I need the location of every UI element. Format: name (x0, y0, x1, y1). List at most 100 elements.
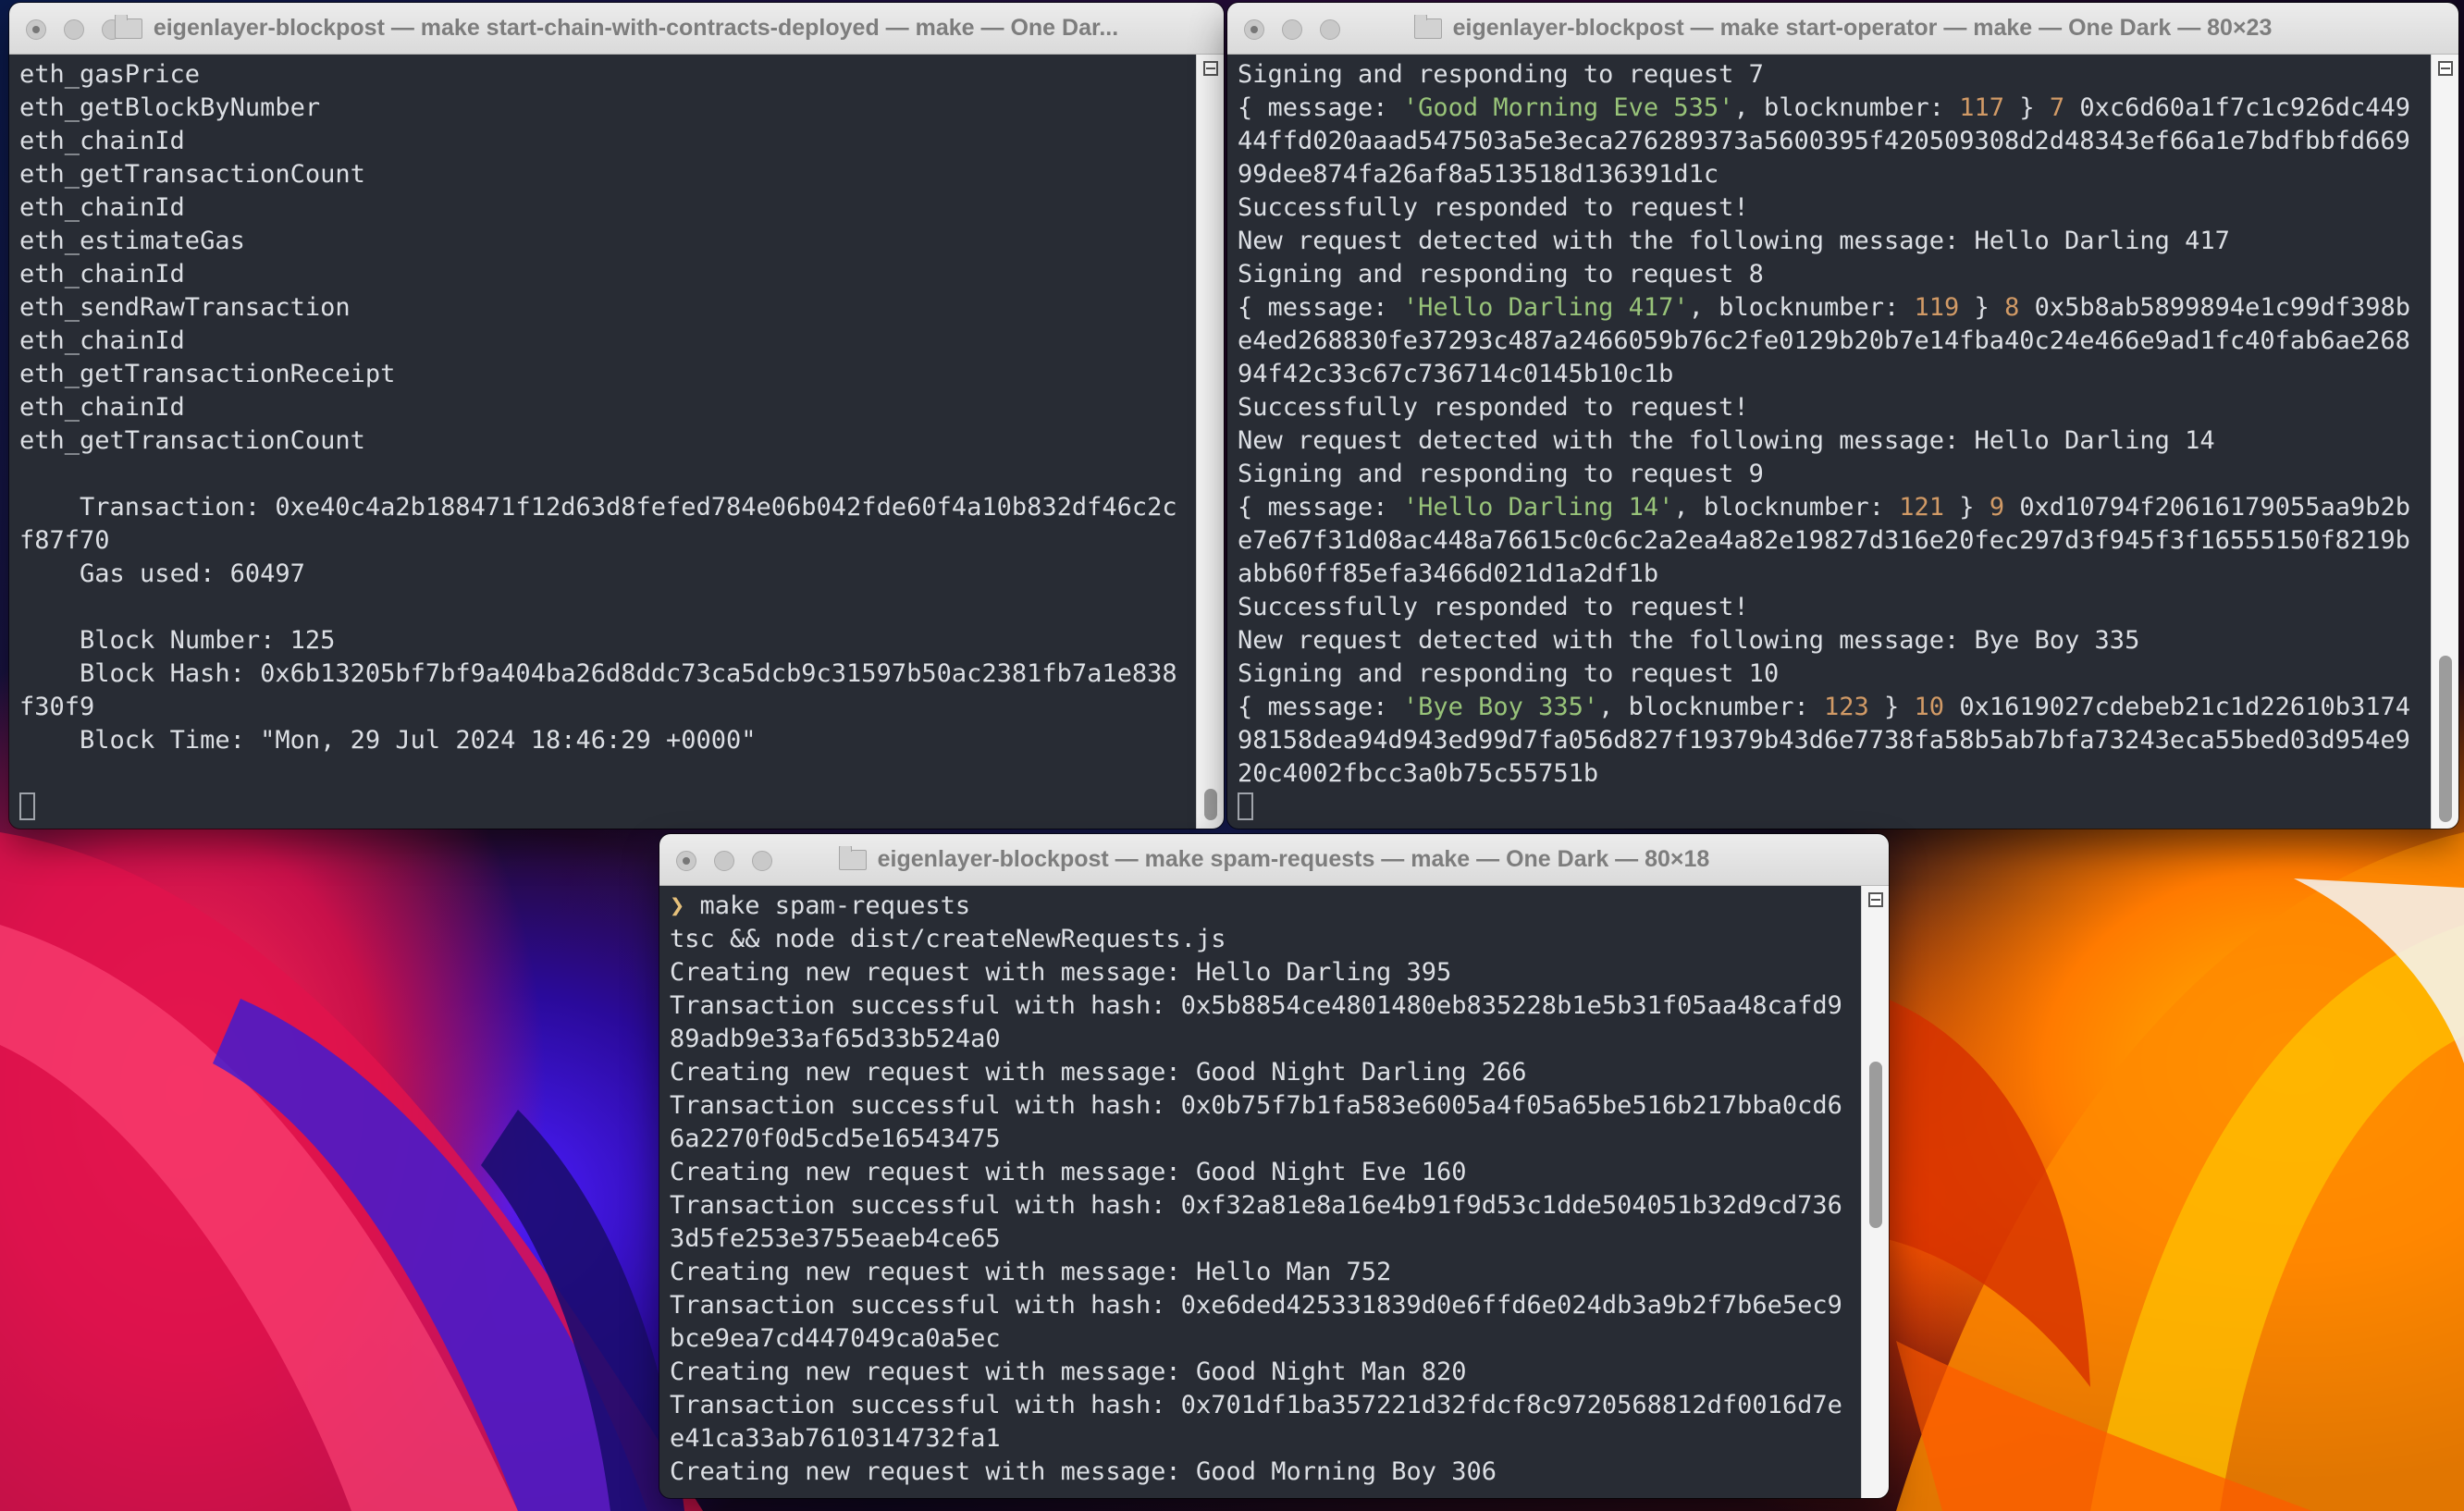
terminal-text: { message: (1238, 693, 1403, 721)
scrollbar[interactable] (2431, 55, 2458, 829)
terminal-line: eth_gasPrice (19, 58, 1187, 92)
terminal-text: , blocknumber: (1598, 693, 1824, 721)
terminal-line: Transaction successful with hash: 0xf32a… (670, 1189, 1852, 1256)
title-bar[interactable]: eigenlayer-blockpost — make spam-request… (659, 834, 1889, 886)
close-button[interactable] (1244, 19, 1264, 40)
terminal-text: 'Good Morning Eve 535' (1402, 93, 1734, 122)
terminal-line: New request detected with the following … (1238, 424, 2421, 458)
minimize-button[interactable] (64, 19, 84, 40)
terminal-line: Signing and responding to request 8 (1238, 258, 2421, 291)
terminal-line: { message: 'Good Morning Eve 535', block… (1238, 92, 2421, 191)
scrollbar[interactable] (1196, 55, 1224, 829)
minimize-button[interactable] (714, 851, 734, 871)
terminal-text: , blocknumber: (1733, 93, 1960, 122)
terminal-line: Transaction successful with hash: 0xe6de… (670, 1289, 1852, 1356)
window-title: eigenlayer-blockpost — make start-operat… (1413, 15, 2273, 42)
terminal-text: Block Number: 125 (19, 626, 336, 655)
terminal-text: eth_getTransactionCount (19, 160, 365, 189)
terminal-line: Creating new request with message: Good … (670, 1156, 1852, 1189)
terminal-text: eth_chainId (19, 393, 185, 422)
title-bar[interactable]: eigenlayer-blockpost — make start-operat… (1227, 3, 2458, 55)
terminal-text: eth_chainId (19, 193, 185, 222)
close-button[interactable] (676, 851, 696, 871)
terminal-text: New request detected with the following … (1238, 626, 2140, 655)
terminal-line: Transaction: 0xe40c4a2b188471f12d63d8fef… (19, 491, 1187, 558)
scrollbar-thumb[interactable] (1204, 789, 1217, 820)
terminal-window-chain[interactable]: eigenlayer-blockpost — make start-chain-… (9, 3, 1224, 829)
terminal-text: 10 (1914, 693, 1945, 721)
terminal-line: Signing and responding to request 9 (1238, 458, 2421, 491)
terminal-text: eth_chainId (19, 326, 185, 355)
terminal-text: 117 (1959, 93, 2005, 122)
terminal-line: New request detected with the following … (1238, 624, 2421, 657)
terminal-line: eth_getBlockByNumber (19, 92, 1187, 125)
terminal-text: Block Hash: 0x6b13205bf7bf9a404ba26d8ddc… (19, 659, 1177, 721)
terminal-line: Creating new request with message: Hello… (670, 956, 1852, 989)
terminal-text: eth_estimateGas (19, 227, 245, 255)
folder-icon (1413, 15, 1442, 39)
title-bar[interactable]: eigenlayer-blockpost — make start-chain-… (9, 3, 1224, 55)
terminal-text: Block Time: "Mon, 29 Jul 2024 18:46:29 +… (19, 726, 757, 755)
terminal-text: 'Hello Darling 417' (1402, 293, 1689, 322)
terminal-text: Successfully responded to request! (1238, 393, 1749, 422)
terminal-text: 119 (1914, 293, 1960, 322)
terminal-text: eth_gasPrice (19, 60, 201, 89)
terminal-text: Transaction: 0xe40c4a2b188471f12d63d8fef… (19, 493, 1177, 555)
window-title-text: eigenlayer-blockpost — make start-operat… (1452, 15, 2273, 41)
terminal-output[interactable]: Signing and responding to request 7 { mes… (1227, 55, 2458, 829)
terminal-text: 8 (2004, 293, 2020, 322)
folder-icon (838, 846, 867, 870)
terminal-text: 'Hello Darling 14' (1402, 493, 1674, 522)
terminal-text: Transaction successful with hash: 0x5b88… (670, 991, 1842, 1053)
terminal-text: Creating new request with message: Good … (670, 1158, 1467, 1186)
scrollbar-thumb[interactable] (2439, 656, 2452, 822)
terminal-line: eth_getTransactionReceipt (19, 358, 1187, 391)
terminal-line: Creating new request with message: Good … (670, 1456, 1852, 1489)
window-controls (1244, 19, 1340, 40)
terminal-text: { message: (1238, 93, 1403, 122)
terminal-output[interactable]: ❯ make spam-requests tsc && node dist/cre… (659, 886, 1889, 1498)
scrollbar-thumb[interactable] (1869, 1062, 1882, 1228)
terminal-line: eth_getTransactionCount (19, 424, 1187, 458)
split-pane-icon[interactable] (1868, 892, 1883, 907)
terminal-text: , blocknumber: (1673, 493, 1900, 522)
terminal-window-operator[interactable]: eigenlayer-blockpost — make start-operat… (1227, 3, 2458, 829)
terminal-text: Creating new request with message: Hello… (670, 1258, 1392, 1286)
terminal-line: Transaction successful with hash: 0x701d… (670, 1389, 1852, 1456)
terminal-line: Transaction successful with hash: 0x5b88… (670, 989, 1852, 1056)
terminal-line: { message: 'Hello Darling 417', blocknum… (1238, 291, 2421, 391)
terminal-text: } (1868, 693, 1915, 721)
terminal-text: Transaction successful with hash: 0x0b75… (670, 1091, 1842, 1153)
scrollbar[interactable] (1861, 886, 1889, 1498)
terminal-line: { message: 'Bye Boy 335', blocknumber: 1… (1238, 691, 2421, 791)
terminal-text: 7 (2049, 93, 2065, 122)
split-pane-icon[interactable] (1203, 61, 1218, 76)
split-pane-icon[interactable] (2438, 61, 2453, 76)
window-title: eigenlayer-blockpost — make spam-request… (838, 846, 1709, 873)
terminal-text: make spam-requests (684, 891, 971, 920)
folder-icon (114, 15, 142, 39)
terminal-text: Successfully responded to request! (1238, 593, 1749, 621)
terminal-line: eth_chainId (19, 325, 1187, 358)
terminal-text: eth_sendRawTransaction (19, 293, 351, 322)
zoom-button[interactable] (752, 851, 772, 871)
terminal-output[interactable]: eth_gasPrice eth_getBlockByNumber eth_chai… (9, 55, 1224, 829)
minimize-button[interactable] (1282, 19, 1302, 40)
terminal-line: Block Time: "Mon, 29 Jul 2024 18:46:29 +… (19, 724, 1187, 757)
terminal-text: Successfully responded to request! (1238, 193, 1749, 222)
terminal-text: Gas used: 60497 (19, 559, 305, 588)
terminal-line: eth_chainId (19, 125, 1187, 158)
terminal-text: } (2004, 93, 2050, 122)
terminal-text: Creating new request with message: Good … (670, 1457, 1497, 1486)
text-cursor (1238, 792, 1253, 820)
terminal-text: 9 (1989, 493, 2005, 522)
terminal-text: ❯ (670, 891, 685, 920)
window-controls (26, 19, 122, 40)
terminal-window-spam-requests[interactable]: eigenlayer-blockpost — make spam-request… (659, 834, 1889, 1498)
terminal-line: eth_estimateGas (19, 225, 1187, 258)
zoom-button[interactable] (1320, 19, 1340, 40)
terminal-text: Signing and responding to request 8 (1238, 260, 1764, 289)
terminal-text: New request detected with the following … (1238, 227, 2230, 255)
close-button[interactable] (26, 19, 46, 40)
